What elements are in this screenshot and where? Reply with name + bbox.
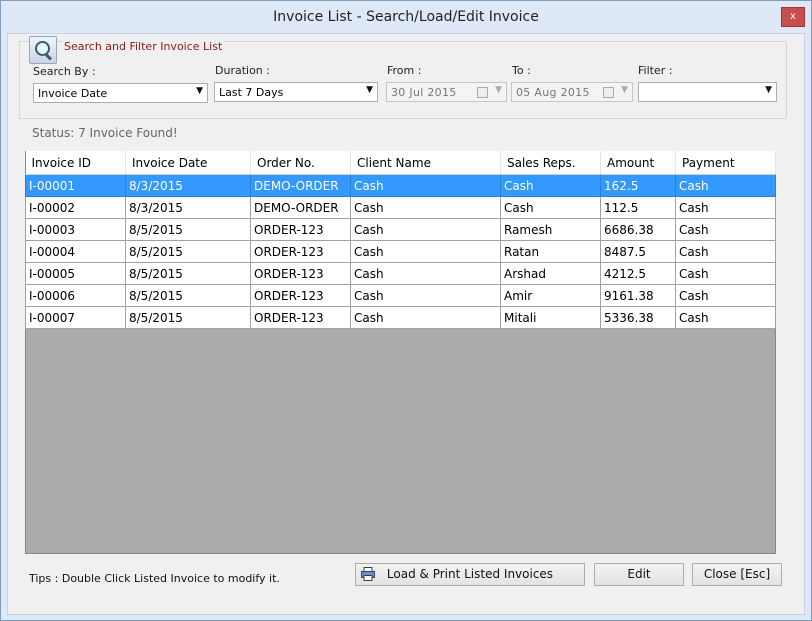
cell-client-name: Cash	[350, 262, 501, 285]
invoice-grid[interactable]: Invoice ID Invoice Date Order No. Client…	[25, 151, 776, 329]
search-by-select[interactable]: Invoice Date ▼	[33, 83, 208, 103]
cell-amount: 9161.38	[600, 284, 676, 307]
grid-header-row: Invoice ID Invoice Date Order No. Client…	[25, 151, 776, 175]
cell-amount: 162.5	[600, 174, 676, 197]
cell-amount: 5336.38	[600, 306, 676, 329]
cell-invoice-date: 8/3/2015	[125, 196, 251, 219]
cell-client-name: Cash	[350, 174, 501, 197]
cell-invoice-id: I-00004	[25, 240, 126, 263]
duration-label: Duration :	[215, 64, 270, 77]
chevron-down-icon: ▼	[495, 85, 502, 95]
search-by-label: Search By :	[33, 65, 96, 78]
from-date-picker[interactable]: 30 Jul 2015 ▼	[386, 82, 507, 102]
cell-order-no: ORDER-123	[250, 218, 351, 241]
chevron-down-icon: ▼	[765, 85, 772, 95]
cell-payment: Cash	[675, 262, 776, 285]
tips-text: Tips : Double Click Listed Invoice to mo…	[29, 572, 280, 585]
cell-amount: 6686.38	[600, 218, 676, 241]
table-row[interactable]: I-00002 8/3/2015 DEMO-ORDER Cash Cash 11…	[25, 196, 776, 219]
cell-invoice-date: 8/5/2015	[125, 284, 251, 307]
cell-sales-rep: Ramesh	[500, 218, 601, 241]
cell-payment: Cash	[675, 306, 776, 329]
chevron-down-icon: ▼	[621, 85, 628, 95]
cell-invoice-date: 8/5/2015	[125, 240, 251, 263]
cell-sales-rep: Ratan	[500, 240, 601, 263]
cell-sales-rep: Cash	[500, 174, 601, 197]
status-text: Status: 7 Invoice Found!	[32, 126, 178, 140]
cell-order-no: DEMO-ORDER	[250, 196, 351, 219]
search-icon	[29, 36, 57, 64]
cell-sales-rep: Cash	[500, 196, 601, 219]
cell-sales-rep: Mitali	[500, 306, 601, 329]
cell-invoice-date: 8/5/2015	[125, 306, 251, 329]
cell-invoice-id: I-00006	[25, 284, 126, 307]
cell-client-name: Cash	[350, 284, 501, 307]
column-header[interactable]: Invoice ID	[25, 151, 126, 175]
to-label: To :	[512, 64, 531, 77]
table-row[interactable]: I-00001 8/3/2015 DEMO-ORDER Cash Cash 16…	[25, 174, 776, 197]
cell-invoice-id: I-00003	[25, 218, 126, 241]
column-header[interactable]: Payment	[675, 151, 776, 175]
column-header[interactable]: Sales Reps.	[500, 151, 601, 175]
filter-label: Filter :	[638, 64, 673, 77]
cell-amount: 4212.5	[600, 262, 676, 285]
cell-invoice-date: 8/3/2015	[125, 174, 251, 197]
duration-select[interactable]: Last 7 Days ▼	[214, 82, 378, 102]
chevron-down-icon: ▼	[366, 85, 373, 95]
cell-client-name: Cash	[350, 196, 501, 219]
edit-button[interactable]: Edit	[594, 563, 684, 586]
printer-icon	[361, 567, 375, 581]
cell-sales-rep: Arshad	[500, 262, 601, 285]
duration-value: Last 7 Days	[219, 86, 284, 99]
calendar-icon	[603, 87, 614, 98]
table-row[interactable]: I-00006 8/5/2015 ORDER-123 Cash Amir 916…	[25, 284, 776, 307]
column-header[interactable]: Client Name	[350, 151, 501, 175]
table-row[interactable]: I-00004 8/5/2015 ORDER-123 Cash Ratan 84…	[25, 240, 776, 263]
cell-client-name: Cash	[350, 240, 501, 263]
cell-order-no: ORDER-123	[250, 240, 351, 263]
column-header[interactable]: Order No.	[250, 151, 351, 175]
load-print-button[interactable]: Load & Print Listed Invoices	[355, 563, 585, 586]
cell-payment: Cash	[675, 240, 776, 263]
window-title: Invoice List - Search/Load/Edit Invoice	[273, 9, 539, 25]
filter-select[interactable]: ▼	[638, 82, 777, 102]
cell-invoice-id: I-00007	[25, 306, 126, 329]
cell-invoice-date: 8/5/2015	[125, 262, 251, 285]
cell-invoice-id: I-00005	[25, 262, 126, 285]
chevron-down-icon: ▼	[196, 86, 203, 96]
to-date-value: 05 Aug 2015	[516, 86, 590, 99]
search-by-value: Invoice Date	[38, 87, 108, 100]
cell-amount: 8487.5	[600, 240, 676, 263]
cell-order-no: ORDER-123	[250, 306, 351, 329]
cell-payment: Cash	[675, 218, 776, 241]
cell-sales-rep: Amir	[500, 284, 601, 307]
cell-client-name: Cash	[350, 218, 501, 241]
column-header[interactable]: Amount	[600, 151, 676, 175]
table-row[interactable]: I-00003 8/5/2015 ORDER-123 Cash Ramesh 6…	[25, 218, 776, 241]
cell-payment: Cash	[675, 174, 776, 197]
cell-invoice-date: 8/5/2015	[125, 218, 251, 241]
cell-amount: 112.5	[600, 196, 676, 219]
cell-invoice-id: I-00002	[25, 196, 126, 219]
cell-payment: Cash	[675, 284, 776, 307]
filter-group-title: Search and Filter Invoice List	[62, 40, 225, 53]
cell-client-name: Cash	[350, 306, 501, 329]
cell-order-no: DEMO-ORDER	[250, 174, 351, 197]
calendar-icon	[477, 87, 488, 98]
to-date-picker[interactable]: 05 Aug 2015 ▼	[511, 82, 633, 102]
table-row[interactable]: I-00005 8/5/2015 ORDER-123 Cash Arshad 4…	[25, 262, 776, 285]
column-header[interactable]: Invoice Date	[125, 151, 251, 175]
window-close-button[interactable]: x	[781, 7, 805, 27]
table-row[interactable]: I-00007 8/5/2015 ORDER-123 Cash Mitali 5…	[25, 306, 776, 329]
title-bar[interactable]: Invoice List - Search/Load/Edit Invoice …	[1, 1, 811, 35]
cell-payment: Cash	[675, 196, 776, 219]
cell-order-no: ORDER-123	[250, 284, 351, 307]
cell-order-no: ORDER-123	[250, 262, 351, 285]
from-date-value: 30 Jul 2015	[391, 86, 457, 99]
close-button[interactable]: Close [Esc]	[692, 563, 782, 586]
load-print-label: Load & Print Listed Invoices	[386, 567, 554, 581]
cell-invoice-id: I-00001	[25, 174, 126, 197]
from-label: From :	[387, 64, 422, 77]
